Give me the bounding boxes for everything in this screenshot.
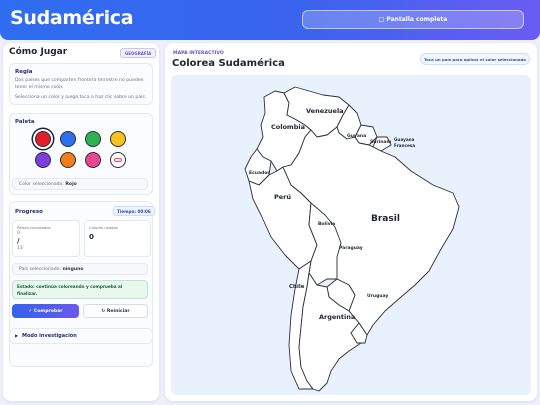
label-chile: Chile [289,284,305,290]
swatch-eraser[interactable] [110,152,126,168]
label-french-guiana-1: Guayana [394,137,415,142]
selected-color-display: Color seleccionado: Rojo [12,178,148,190]
selected-color-value: Rojo [65,181,77,187]
label-peru: Perú [274,193,291,201]
selected-country-value: ninguno [62,266,84,272]
eraser-icon [114,158,122,162]
map-panel: MAPA INTERACTIVO Colorea Sudamérica Toca… [165,43,537,401]
reset-button[interactable]: ↻ Reiniciar [83,304,148,318]
label-venezuela: Venezuela [306,107,344,115]
swatch-blue[interactable] [60,131,76,147]
selected-color-label: Color seleccionado: [19,181,64,187]
label-argentina: Argentina [319,313,355,321]
investigation-toggle[interactable]: ▶ Modo investigación [9,328,153,344]
timer-value: 00:06 [137,208,151,214]
sidebar: Cómo Jugar GEOGRAFÍA Regla Dos países qu… [3,43,159,401]
investigation-label: Modo investigación [22,333,77,339]
colors-used-label: Colores usados [89,225,118,230]
timer-label: Tiempo: [117,208,137,214]
label-ecuador: Ecuador [249,170,270,176]
reset-button-label: Reiniciar [106,308,130,314]
south-america-map: Venezuela Colombia Guyana Surinam Guayan… [244,86,460,392]
rules-line-2: tener el mismo color. [15,85,64,90]
progress-title: Progreso [15,209,43,215]
app-header: Sudamérica □ Pantalla completa [0,0,540,40]
status-label: Estado: [17,284,35,289]
fullscreen-button[interactable]: □ Pantalla completa [302,10,524,29]
rules-line-1: Dos países que comparten frontera terres… [15,78,144,83]
category-badge: GEOGRAFÍA [120,48,157,58]
fullscreen-label: Pantalla completa [386,16,448,23]
label-bolivia: Bolivia [318,221,335,227]
map-kicker: MAPA INTERACTIVO [173,51,224,56]
expand-arrow-icon: ▶ [15,333,19,338]
app-title: Sudamérica [10,7,134,29]
colored-countries-value: 0 [17,231,20,236]
fullscreen-icon: □ [378,16,385,23]
timer-badge: Tiempo: 00:06 [113,206,155,216]
selected-country-label: País seleccionado: [19,266,61,272]
swatch-yellow[interactable] [110,131,126,147]
sidebar-title: Cómo Jugar [9,47,68,57]
rules-title: Regla [15,69,33,75]
check-button[interactable]: ✓ Comprobar [12,304,79,318]
swatch-purple[interactable] [35,152,51,168]
label-paraguay: Paraguay [339,245,363,251]
swatch-pink[interactable] [85,152,101,168]
rules-card: Regla Dos países que comparten frontera … [9,63,153,105]
colored-countries-label: Países coloreados [17,225,51,230]
label-guyana: Guyana [347,133,366,139]
rules-line-3: Selecciona un color y luego toca o haz c… [15,95,147,100]
label-uruguay: Uruguay [367,293,388,299]
colored-countries-total: 13 [17,246,23,251]
palette-title: Paleta [15,119,35,125]
colored-countries-separator: / [17,237,20,245]
check-button-label: Comprobar [33,308,63,314]
check-icon: ✓ [28,308,33,314]
swatch-green[interactable] [85,131,101,147]
selected-country-display: País seleccionado: ninguno [12,263,148,275]
map-title: Colorea Sudamérica [172,58,285,69]
map-hint: Toca un país para aplicar el color selec… [420,53,530,65]
swatch-red[interactable] [35,131,51,147]
map-canvas: Venezuela Colombia Guyana Surinam Guayan… [171,75,531,395]
swatch-orange[interactable] [60,152,76,168]
colors-used-stat: Colores usados 0 [84,220,151,257]
label-brazil: Brasil [371,214,400,224]
label-suriname: Surinam [370,139,391,145]
colors-used-value: 0 [89,233,94,241]
label-colombia: Colombia [271,123,305,131]
reset-icon: ↻ [101,308,106,314]
status-message: Estado: continúa coloreando y comprueba … [12,280,148,299]
label-french-guiana-2: Francesa [394,143,415,148]
colored-countries-stat: Países coloreados 0 / 13 [12,220,80,257]
